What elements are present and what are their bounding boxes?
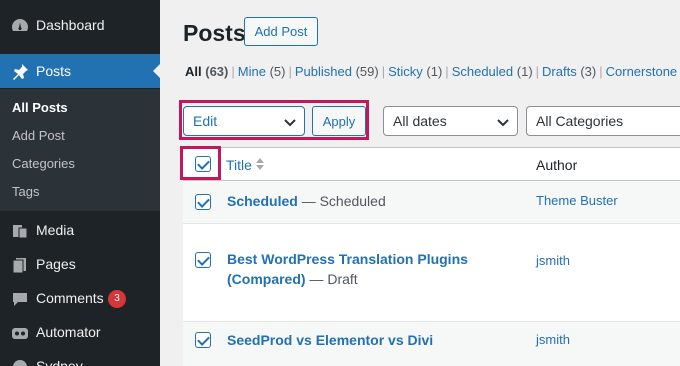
sydney-icon bbox=[13, 360, 27, 366]
posts-table: Title Author Scheduled — Scheduled Theme… bbox=[183, 147, 680, 366]
menu-label: Pages bbox=[36, 256, 76, 272]
row-checkbox[interactable] bbox=[195, 194, 211, 210]
menu-pages[interactable]: Pages bbox=[0, 247, 160, 281]
post-author-link[interactable]: jsmith bbox=[536, 253, 570, 268]
pages-icon bbox=[12, 258, 26, 274]
media-icon bbox=[13, 225, 28, 239]
filter-cornerstone[interactable]: Cornerstone bbox=[606, 64, 678, 79]
dashboard-icon bbox=[12, 19, 28, 31]
table-header: Title Author bbox=[183, 148, 680, 181]
category-filter-select[interactable]: All Categories bbox=[526, 106, 680, 136]
menu-label: Comments bbox=[36, 290, 104, 306]
posts-submenu: All Posts Add Post Categories Tags bbox=[0, 89, 160, 211]
comments-icon bbox=[13, 293, 27, 306]
filter-scheduled[interactable]: Scheduled (1) bbox=[452, 64, 533, 79]
select-all-highlight bbox=[180, 146, 221, 180]
pushpin-icon bbox=[13, 64, 28, 80]
table-row: SeedProd vs Elementor vs Divi jsmith bbox=[183, 322, 680, 366]
automator-icon bbox=[12, 328, 28, 339]
date-filter-select[interactable]: All dates bbox=[383, 106, 518, 136]
chevron-down-icon bbox=[497, 119, 509, 127]
admin-sidebar: Dashboard Posts All Posts Add Post Categ… bbox=[0, 0, 161, 366]
column-author-header: Author bbox=[536, 157, 578, 173]
table-row: Best WordPress Translation Plugins (Comp… bbox=[183, 224, 680, 322]
menu-comments[interactable]: Comments 3 bbox=[0, 281, 160, 315]
filter-all[interactable]: All (63) bbox=[185, 64, 228, 79]
table-row: Scheduled — Scheduled Theme Buster bbox=[183, 181, 680, 224]
post-author-link[interactable]: jsmith bbox=[536, 332, 570, 347]
date-filter-value: All dates bbox=[393, 113, 447, 129]
bulk-actions-highlight bbox=[179, 100, 369, 140]
menu-automator[interactable]: Automator bbox=[0, 315, 160, 349]
add-post-button[interactable]: Add Post bbox=[244, 17, 318, 46]
menu-label: Dashboard bbox=[36, 17, 105, 33]
submenu-categories[interactable]: Categories bbox=[12, 156, 75, 171]
post-title-link[interactable]: SeedProd vs Elementor vs Divi bbox=[227, 330, 527, 350]
menu-sydney[interactable]: Sydney bbox=[0, 349, 160, 366]
submenu-add-post[interactable]: Add Post bbox=[12, 128, 65, 143]
status-filters: All (63) | Mine (5) | Published (59) | Sticky … bbox=[185, 64, 678, 79]
page-title: Posts bbox=[183, 20, 246, 46]
filter-published[interactable]: Published (59) bbox=[295, 64, 379, 79]
submenu-tags[interactable]: Tags bbox=[12, 184, 39, 199]
post-title-link[interactable]: Scheduled — Scheduled bbox=[227, 191, 527, 211]
menu-posts[interactable]: Posts bbox=[0, 54, 161, 88]
sort-icon bbox=[255, 158, 264, 170]
filter-mine[interactable]: Mine (5) bbox=[238, 64, 286, 79]
menu-label: Media bbox=[36, 222, 75, 238]
menu-media[interactable]: Media bbox=[0, 213, 160, 247]
menu-dashboard[interactable]: Dashboard bbox=[0, 8, 160, 42]
category-filter-value: All Categories bbox=[536, 113, 624, 129]
column-title-header[interactable]: Title bbox=[226, 157, 264, 173]
menu-label: Automator bbox=[36, 324, 101, 340]
post-author-link[interactable]: Theme Buster bbox=[536, 193, 618, 208]
row-checkbox[interactable] bbox=[195, 252, 211, 268]
filter-sticky[interactable]: Sticky (1) bbox=[388, 64, 442, 79]
comment-count-badge: 3 bbox=[108, 290, 126, 308]
menu-label: Sydney bbox=[36, 358, 83, 366]
submenu-all-posts[interactable]: All Posts bbox=[12, 100, 68, 115]
menu-label: Posts bbox=[36, 63, 72, 79]
row-checkbox[interactable] bbox=[195, 332, 211, 348]
post-title-link[interactable]: Best WordPress Translation Plugins (Comp… bbox=[227, 249, 487, 289]
filter-drafts[interactable]: Drafts (3) bbox=[542, 64, 596, 79]
